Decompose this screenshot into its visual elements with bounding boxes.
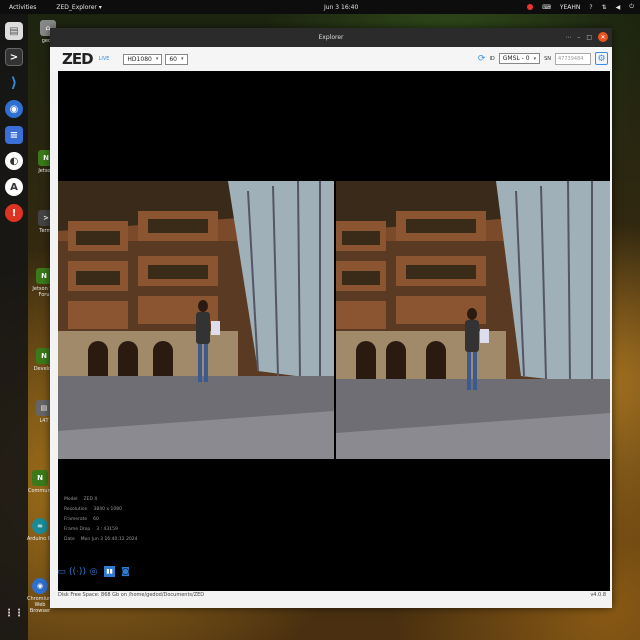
more-options-icon[interactable]: ⋯: [565, 34, 571, 41]
vscode-icon[interactable]: ⟩: [5, 74, 23, 92]
desktop-icon-label: L4T: [39, 418, 49, 424]
folder-icon[interactable]: ▭: [56, 566, 67, 577]
info-row-resolution: Resolution 3840 x 1080: [64, 505, 138, 515]
settings-icon[interactable]: ⚙: [595, 52, 608, 65]
info-value: 3840 x 1080: [93, 507, 122, 512]
zed-logo: ZED: [62, 50, 94, 68]
depth-icon[interactable]: ◎: [88, 566, 99, 577]
fps-select[interactable]: 60 ▾: [165, 53, 188, 65]
live-badge: LIVE: [98, 56, 110, 62]
status-bar: Disk Free Space: 868 Gb on /home/gedod/D…: [58, 588, 610, 602]
right-camera-image: [336, 181, 610, 459]
chromium-icon[interactable]: ◉: [5, 100, 23, 118]
info-value: 60: [93, 517, 99, 522]
activities-button[interactable]: Activities: [9, 4, 36, 11]
power-icon[interactable]: ⏻: [629, 3, 634, 11]
dock: ▤ > ⟩ ◉ ≡ ◐ A ! ⋮⋮: [0, 14, 28, 640]
terminal-icon[interactable]: >: [5, 48, 23, 66]
refresh-icon[interactable]: ⟳: [478, 54, 486, 64]
resolution-select[interactable]: HD1080 ▾: [123, 53, 163, 65]
info-row-frame-drop: Frame Drop 3 : 43159: [64, 525, 138, 535]
chevron-down-icon: ▾: [180, 56, 184, 62]
network-icon[interactable]: ⇅: [602, 4, 607, 11]
camera-info-panel: Model ZED X Resolution 3840 x 1080 Framera…: [64, 495, 138, 545]
help-app-icon[interactable]: !: [5, 204, 23, 222]
window-title: Explorer: [318, 34, 344, 41]
obs-icon[interactable]: ◐: [5, 152, 23, 170]
clock[interactable]: Jun 3 16:40: [324, 4, 358, 11]
info-value: 3 : 43159: [96, 527, 118, 532]
stream-icon[interactable]: ((·)): [69, 566, 86, 577]
maximize-icon[interactable]: □: [586, 34, 592, 41]
id-label: ID: [489, 55, 495, 62]
app-grid-icon[interactable]: ⋮⋮: [4, 604, 24, 622]
window-titlebar[interactable]: Explorer ⋯ – □ ✕: [50, 28, 612, 47]
version-label: v4.0.8: [590, 592, 606, 598]
atrium-photo-right: [336, 181, 610, 459]
camera-selector: ⟳ ID GMSL - 0 ▾ SN 47739484 ⚙: [478, 52, 608, 65]
desktop-icon-label: Communi: [27, 488, 53, 494]
close-icon[interactable]: ✕: [598, 32, 608, 42]
chevron-down-icon: ▾: [155, 56, 159, 62]
bottom-toolbar: ▭ ((·)) ◎ ▮▮ ◙: [56, 566, 131, 577]
fps-value: 60: [169, 55, 177, 63]
camera-snapshot-icon[interactable]: ◙: [120, 566, 131, 577]
disk-space-label: Disk Free Space: 868 Gb on /home/gedod/D…: [58, 592, 205, 598]
user-label[interactable]: YEAHN: [560, 4, 581, 11]
info-value: ZED X: [83, 497, 98, 502]
info-label: Resolution: [64, 507, 88, 512]
volume-icon[interactable]: ◀: [616, 4, 621, 11]
sn-label: SN: [544, 55, 551, 62]
minimize-icon[interactable]: –: [577, 34, 580, 41]
app-menu[interactable]: ZED_Explorer ▾: [56, 4, 101, 11]
info-label: Framerate: [64, 517, 88, 522]
system-tray[interactable]: ⌨ YEAHN ? ⇅ ◀ ⏻: [527, 3, 634, 11]
toolbar: ZED LIVE HD1080 ▾ 60 ▾ ⟳ ID GMSL - 0 ▾ S…: [50, 47, 612, 71]
text-editor-icon[interactable]: ≡: [5, 126, 23, 144]
info-label: Model: [64, 497, 78, 502]
keyboard-icon[interactable]: ⌨: [542, 4, 551, 11]
nvidia-icon: N: [32, 470, 48, 486]
info-label: Frame Drop: [64, 527, 91, 532]
left-camera-image: [58, 181, 334, 459]
ubuntu-software-icon[interactable]: A: [5, 178, 23, 196]
atrium-photo-left: [58, 181, 334, 459]
info-row-date: Date Mon Jun 3 16:40:12 2024: [64, 535, 138, 545]
serial-number-field[interactable]: 47739484: [555, 52, 591, 65]
camera-id-value: GMSL - 0: [502, 55, 530, 62]
files-icon[interactable]: ▤: [5, 22, 23, 40]
arduino-icon: ∞: [32, 518, 48, 534]
info-label: Date: [64, 537, 75, 542]
info-row-model: Model ZED X: [64, 495, 138, 505]
help-icon[interactable]: ?: [589, 4, 592, 11]
window-controls: ⋯ – □ ✕: [565, 32, 608, 42]
update-icon[interactable]: [527, 4, 534, 10]
resolution-value: HD1080: [127, 55, 152, 63]
camera-viewer[interactable]: Model ZED X Resolution 3840 x 1080 Framera…: [58, 71, 610, 591]
chromium-icon: ◉: [32, 578, 48, 594]
camera-id-select[interactable]: GMSL - 0 ▾: [498, 53, 541, 64]
info-value: Mon Jun 3 16:40:12 2024: [80, 537, 138, 542]
record-svo-icon[interactable]: ▮▮: [104, 566, 115, 577]
info-row-framerate: Framerate 60: [64, 515, 138, 525]
top-bar: Activities ZED_Explorer ▾ Jun 3 16:40 ⌨ …: [0, 0, 640, 14]
explorer-window: Explorer ⋯ – □ ✕ ZED LIVE HD1080 ▾ 60 ▾ …: [50, 28, 612, 608]
app-menu-label: ZED_Explorer: [56, 3, 97, 11]
chevron-down-icon: ▾: [533, 55, 537, 62]
